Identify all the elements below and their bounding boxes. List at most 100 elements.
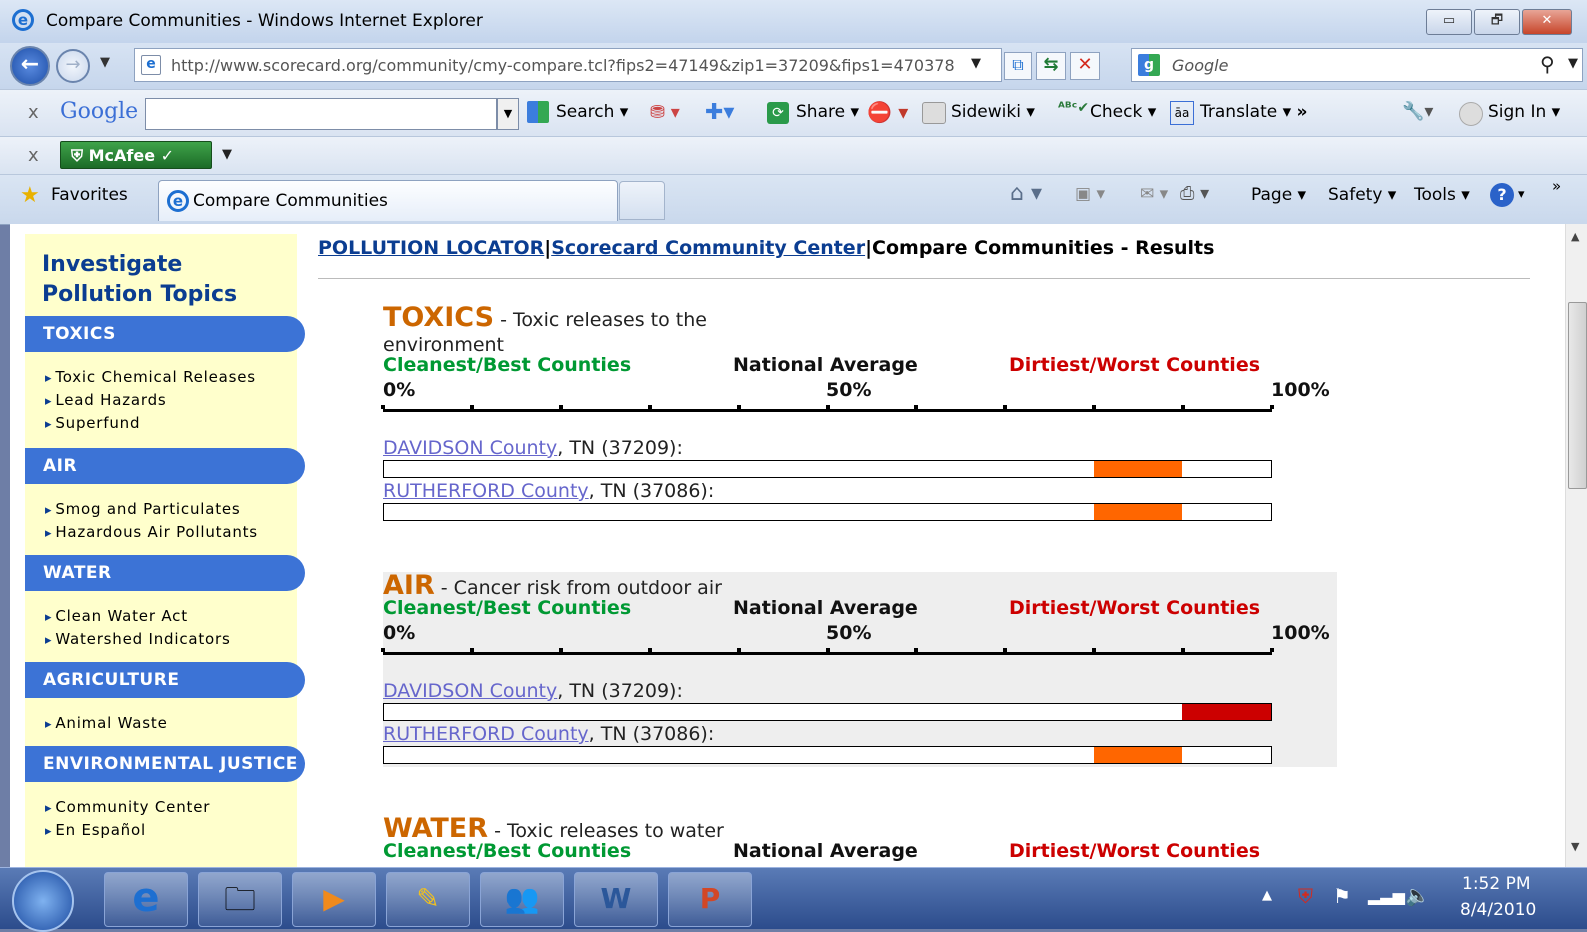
toxics-scale-tick [914, 405, 919, 409]
compatibility-view-icon[interactable]: ⧉ [1004, 52, 1032, 80]
mcafee-tray-icon[interactable]: ⛨ [1298, 884, 1313, 908]
sidebar-link[interactable]: En Español [45, 821, 146, 839]
toolbar-overflow-icon[interactable]: » [1552, 177, 1561, 195]
taskbar-app-icon[interactable]: ✎ [386, 872, 470, 927]
toxics-county-row-label: DAVIDSON County, TN (37209): [383, 437, 683, 459]
url-dropdown-icon[interactable]: ▼ [971, 56, 981, 71]
tab-compare-communities[interactable]: e Compare Communities [158, 180, 618, 221]
feeds-icon[interactable]: ▣ ▾ [1075, 184, 1105, 204]
mcafee-dropdown-icon[interactable]: ▼ [222, 147, 232, 162]
search-placeholder: Google [1172, 56, 1229, 75]
scroll-down-icon[interactable]: ▼ [1571, 840, 1579, 853]
help-icon[interactable]: ? [1490, 183, 1514, 207]
sidebar-link[interactable]: Watershed Indicators [45, 630, 231, 648]
taskbar-messenger-icon[interactable]: 👥 [480, 872, 564, 927]
taskbar-powerpoint-icon[interactable]: P [668, 872, 752, 927]
water-dirtiest-label: Dirtiest/Worst Counties [1009, 840, 1261, 862]
toxics-scale-50: 50% [826, 379, 872, 401]
start-button[interactable] [12, 870, 74, 932]
add-button-icon[interactable]: ✚▾ [705, 100, 734, 125]
scroll-up-icon[interactable]: ▲ [1571, 230, 1579, 243]
sidebar-category-toxics[interactable]: TOXICS [25, 316, 305, 352]
new-tab-button[interactable] [619, 181, 665, 220]
sidebar-link[interactable]: Superfund [45, 414, 140, 432]
volume-icon[interactable]: 🔈 [1405, 883, 1430, 907]
tools-menu[interactable]: Tools ▾ [1414, 185, 1470, 205]
clock-date[interactable]: 8/4/2010 [1460, 900, 1536, 920]
sidebar-link[interactable]: Community Center [45, 798, 210, 816]
close-toolbar-icon[interactable]: x [28, 102, 39, 123]
tab-ie-icon: e [167, 190, 189, 212]
sidebar-link[interactable]: Hazardous Air Pollutants [45, 523, 258, 541]
address-field[interactable]: e http://www.scorecard.org/community/cmy… [134, 48, 1002, 82]
air-scale-tick [558, 648, 563, 652]
taskbar-mediaplayer-icon[interactable]: ▶ [292, 872, 376, 927]
google-search-button[interactable]: Search ▾ [556, 102, 628, 122]
mcafee-button[interactable]: ⛨ McAfee ✓ [60, 141, 212, 169]
mail-icon[interactable]: ✉ ▾ [1140, 184, 1168, 204]
share-icon: ⟳ [767, 102, 789, 124]
network-icon[interactable]: ▂▃▅ [1368, 886, 1405, 905]
signin-button[interactable]: Sign In ▾ [1488, 102, 1560, 122]
sidebar-link[interactable]: Clean Water Act [45, 607, 188, 625]
vertical-scrollbar[interactable]: ▲ ▼ [1565, 224, 1587, 867]
help-dropdown-icon[interactable]: ▾ [1518, 187, 1525, 202]
print-icon[interactable]: ⎙ ▾ [1180, 183, 1209, 204]
taskbar-ie-icon[interactable]: e [104, 872, 188, 927]
county-link[interactable]: DAVIDSON County [383, 680, 557, 702]
breadcrumb-community-center[interactable]: Scorecard Community Center [551, 237, 865, 259]
home-icon[interactable]: ⌂ ▾ [1010, 181, 1042, 206]
action-center-icon[interactable]: ⚑ [1333, 884, 1351, 908]
check-button[interactable]: Check ▾ [1090, 102, 1156, 122]
maximize-button[interactable]: 🗗 [1474, 9, 1520, 35]
close-mcafee-toolbar-icon[interactable]: x [28, 145, 39, 166]
share-button[interactable]: Share ▾ [796, 102, 859, 122]
search-box[interactable]: g Google ⚲ ▼ [1131, 48, 1583, 82]
sidebar-heading-line2: Pollution Topics [42, 282, 238, 307]
translate-icon: āa [1170, 101, 1194, 125]
back-button[interactable]: ← [10, 46, 50, 86]
sidewiki-button[interactable]: Sidewiki ▾ [951, 102, 1035, 122]
toxics-scale-tick [1181, 405, 1186, 409]
air-cleanest-label: Cleanest/Best Counties [383, 597, 632, 619]
minimize-button[interactable]: ▭ [1426, 9, 1472, 35]
county-state-zip: , TN (37209): [557, 437, 683, 459]
sidebar-category-air[interactable]: AIR [25, 448, 305, 484]
favorites-button[interactable]: Favorites [51, 185, 128, 205]
safety-menu[interactable]: Safety ▾ [1328, 185, 1396, 205]
air-county-row-label: DAVIDSON County, TN (37209): [383, 680, 683, 702]
settings-wrench-icon[interactable]: 🔧▾ [1402, 101, 1433, 122]
refresh-icon[interactable]: ⇆ [1036, 52, 1066, 80]
sidebar-link[interactable]: Toxic Chemical Releases [45, 368, 256, 386]
popup-blocker-icon[interactable]: ⛔ ▾ [867, 100, 908, 124]
toxics-scale-100: 100% [1271, 379, 1330, 401]
title-bar: e Compare Communities - Windows Internet… [0, 0, 1587, 44]
forward-button[interactable]: → [56, 49, 90, 83]
sidebar-link[interactable]: Animal Waste [45, 714, 168, 732]
google-search-input[interactable] [145, 98, 497, 130]
taskbar-word-icon[interactable]: W [574, 872, 658, 927]
county-link[interactable]: RUTHERFORD County [383, 480, 589, 502]
clock-time[interactable]: 1:52 PM [1462, 874, 1531, 894]
stop-icon[interactable]: ✕ [1070, 52, 1100, 80]
breadcrumb-pollution-locator[interactable]: POLLUTION LOCATOR [318, 237, 544, 259]
translate-button[interactable]: Translate ▾ » [1200, 102, 1308, 122]
search-icon[interactable]: ⚲ [1540, 52, 1555, 76]
county-link[interactable]: DAVIDSON County [383, 437, 557, 459]
air-description: Cancer risk from outdoor air [453, 577, 722, 599]
sidebar-link[interactable]: Lead Hazards [45, 391, 167, 409]
sidebar-category-agriculture[interactable]: AGRICULTURE [25, 662, 305, 698]
history-dropdown-icon[interactable]: ▼ [100, 55, 110, 70]
taskbar-explorer-icon[interactable]: 🗀 [198, 872, 282, 927]
scroll-thumb[interactable] [1568, 302, 1587, 489]
county-link[interactable]: RUTHERFORD County [383, 723, 589, 745]
page-menu[interactable]: Page ▾ [1251, 185, 1306, 205]
close-button[interactable]: ✕ [1522, 9, 1572, 35]
show-hidden-icons[interactable]: ▲ [1262, 888, 1272, 903]
bookmark-icon[interactable]: ⛃ ▾ [650, 102, 680, 123]
sidebar-category-environmental-justice[interactable]: ENVIRONMENTAL JUSTICE [25, 746, 305, 782]
sidebar-category-water[interactable]: WATER [25, 555, 305, 591]
search-dropdown-icon[interactable]: ▼ [1568, 56, 1578, 71]
sidebar-link[interactable]: Smog and Particulates [45, 500, 241, 518]
google-search-dropdown[interactable]: ▼ [497, 98, 519, 130]
